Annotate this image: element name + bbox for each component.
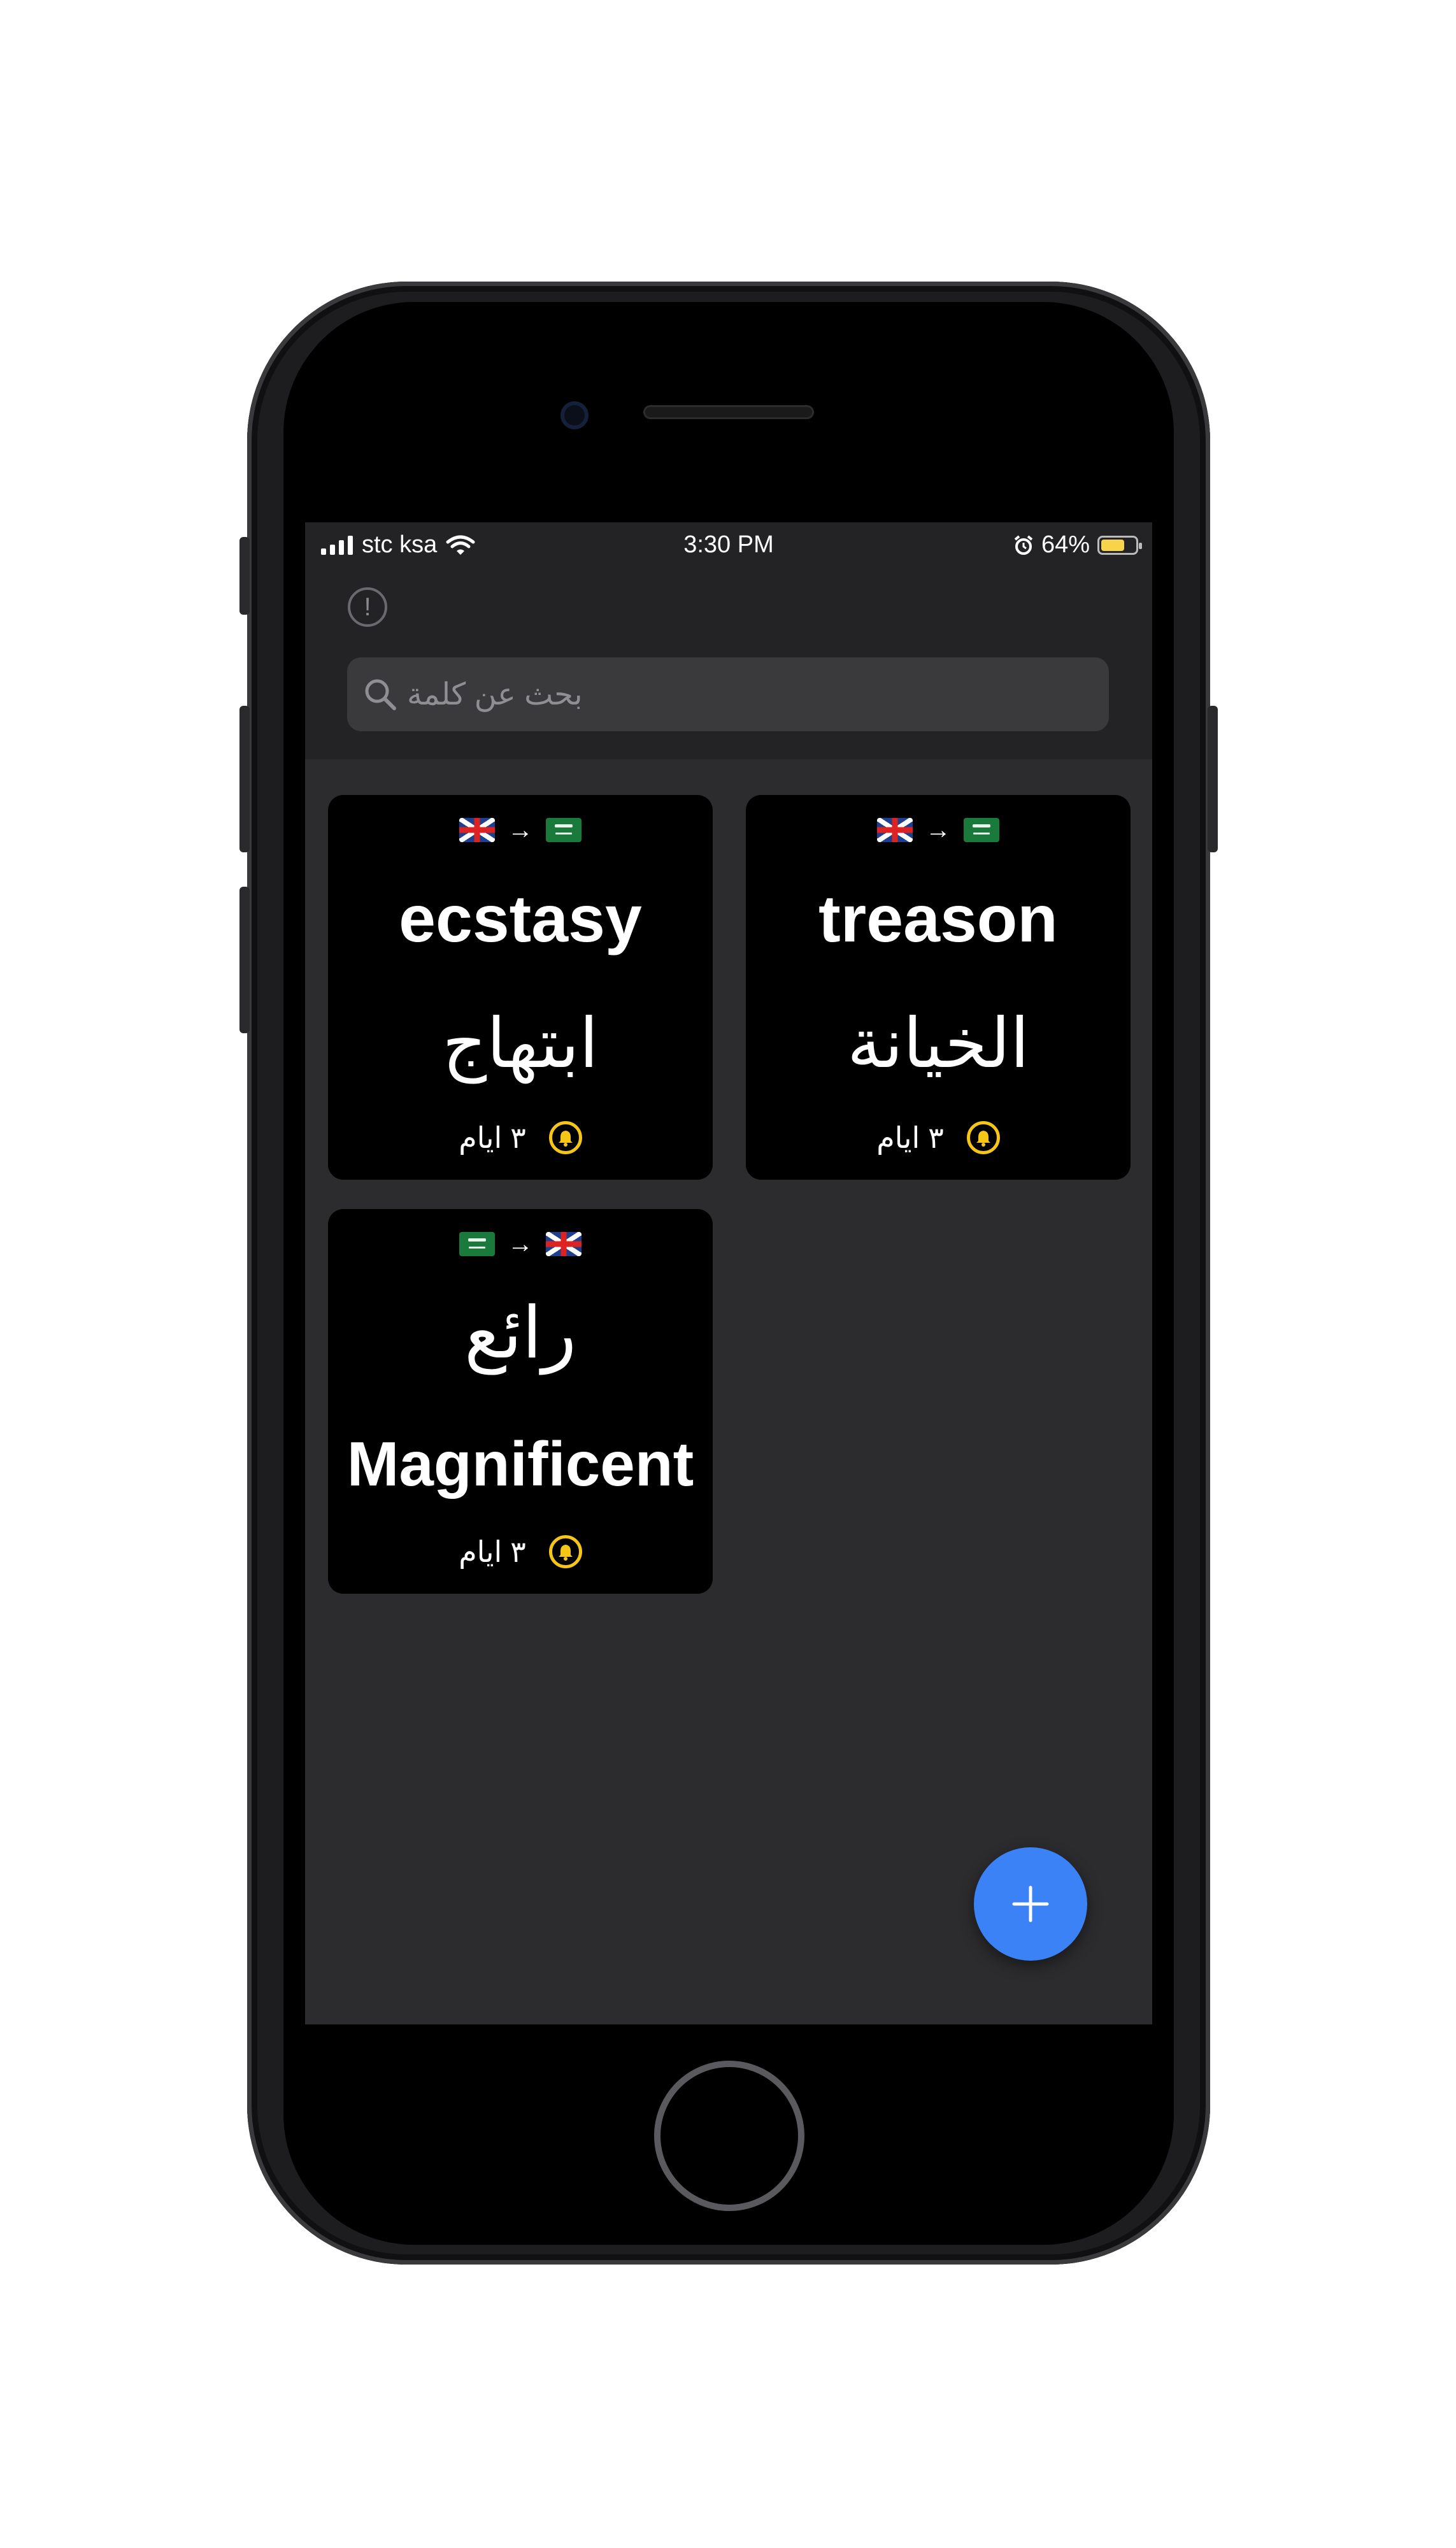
- saudi-flag-icon: [459, 1232, 495, 1256]
- uk-flag-icon: [877, 818, 913, 842]
- card-translation: ابتهاج: [442, 1005, 599, 1082]
- card-translation: الخيانة: [846, 1005, 1030, 1082]
- bell-icon: [548, 1121, 582, 1154]
- search-icon: [365, 679, 396, 710]
- reminder-row: ٣ ايام: [746, 1119, 1131, 1157]
- uk-flag-icon: [459, 818, 495, 842]
- arrow-right-icon: →: [925, 816, 951, 844]
- card-word: رائع: [464, 1293, 576, 1373]
- bell-icon: [548, 1535, 582, 1568]
- reminder-label: ٣ ايام: [459, 1535, 526, 1568]
- arrow-right-icon: →: [508, 816, 533, 844]
- status-right: 64%: [1013, 531, 1142, 559]
- alarm-icon: [1014, 534, 1033, 555]
- add-word-button[interactable]: [974, 1847, 1087, 1961]
- app-screen: stc ksa 3:30 PM 64% ! بحث عن كلمة → ecst…: [305, 522, 1152, 2024]
- reminder-label: ٣ ايام: [876, 1121, 944, 1154]
- volume-up-button: [239, 706, 250, 852]
- earpiece-speaker: [643, 405, 814, 419]
- power-button: [1208, 706, 1218, 852]
- front-camera: [560, 401, 589, 429]
- language-direction: →: [328, 1228, 713, 1260]
- app-header: stc ksa 3:30 PM 64% ! بحث عن كلمة: [305, 522, 1152, 759]
- search-bar[interactable]: بحث عن كلمة: [347, 657, 1109, 731]
- language-direction: →: [746, 814, 1131, 846]
- reminder-row: ٣ ايام: [328, 1533, 713, 1571]
- saudi-flag-icon: [546, 818, 582, 842]
- uk-flag-icon: [546, 1232, 582, 1256]
- card-word: ecstasy: [399, 882, 642, 956]
- plus-icon: [1012, 1886, 1049, 1922]
- volume-down-button: [239, 887, 250, 1033]
- language-direction: →: [328, 814, 713, 846]
- home-button[interactable]: [654, 2061, 804, 2211]
- word-card[interactable]: → treason الخيانة ٣ ايام: [746, 795, 1131, 1180]
- reminder-row: ٣ ايام: [328, 1119, 713, 1157]
- bell-icon: [966, 1121, 1000, 1154]
- status-bar: stc ksa 3:30 PM 64%: [305, 522, 1152, 567]
- battery-percent: 64%: [1041, 531, 1090, 558]
- arrow-right-icon: →: [508, 1230, 533, 1258]
- word-card[interactable]: → ecstasy ابتهاج ٣ ايام: [328, 795, 713, 1180]
- reminder-label: ٣ ايام: [459, 1121, 526, 1154]
- silent-switch: [239, 537, 250, 615]
- saudi-flag-icon: [964, 818, 999, 842]
- battery-icon: [1097, 535, 1142, 555]
- card-word: treason: [818, 882, 1058, 956]
- word-card[interactable]: → رائع Magnificent ٣ ايام: [328, 1209, 713, 1594]
- search-input[interactable]: بحث عن كلمة: [407, 676, 583, 712]
- card-translation: Magnificent: [346, 1429, 694, 1499]
- info-button[interactable]: !: [348, 587, 387, 627]
